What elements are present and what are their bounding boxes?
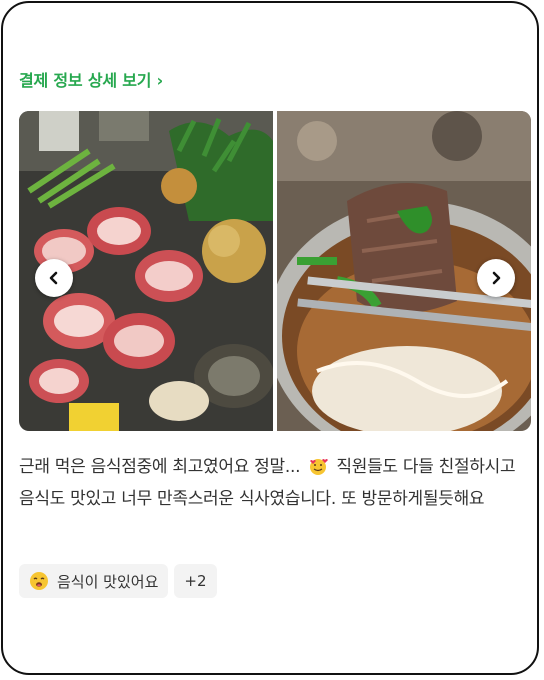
smiling-face-with-hearts-icon [310,459,329,475]
chevron-left-icon [49,271,58,285]
review-text: 근래 먹은 음식점중에 최고였어요 정말... 직원들도 다들 친절하시고 음식… [19,451,525,515]
review-text-part1: 근래 먹은 음식점중에 최고였어요 정말... [19,457,306,477]
keyword-tag-tasty[interactable]: 음식이 맛있어요 [19,564,169,598]
keyword-tag-label: 음식이 맛있어요 [57,572,159,591]
keyword-tags: 음식이 맛있어요 +2 [19,564,217,598]
payment-details-link[interactable]: 결제 정보 상세 보기 › [19,67,163,91]
carousel-next-button[interactable] [477,259,515,297]
more-tags-button[interactable]: +2 [174,564,217,598]
review-card: 결제 정보 상세 보기 › 근래 먹은 음식점중에 최고였어요 정말... 직원… [1,1,539,675]
carousel-prev-button[interactable] [35,259,73,297]
yummy-face-icon [30,572,48,590]
photo-carousel[interactable] [19,111,531,431]
chevron-right-icon [492,271,501,285]
